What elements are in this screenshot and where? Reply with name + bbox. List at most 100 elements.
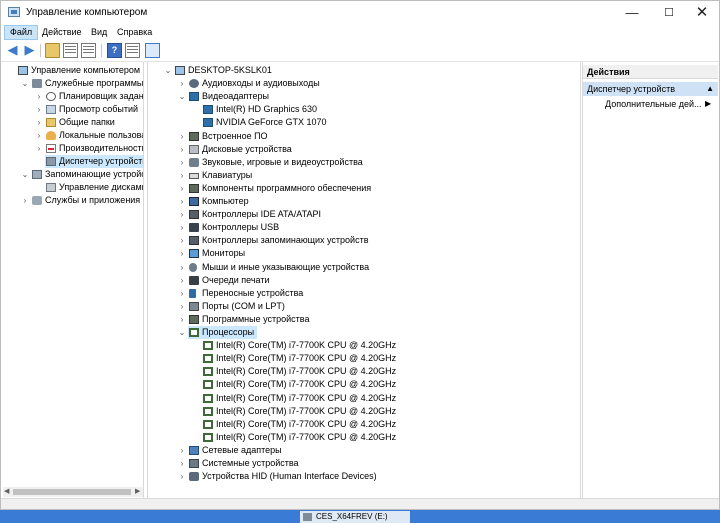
device-tree-item-label: Устройства HID (Human Interface Devices) [202, 471, 377, 482]
expand-chevron-icon[interactable]: › [35, 90, 43, 103]
device-tree-item-label: Звуковые, игровые и видеоустройства [202, 156, 363, 167]
disk-icon [46, 183, 56, 192]
collapse-chevron-icon[interactable]: ⌄ [178, 326, 186, 339]
device-tree-item-label: Intel(R) Core(TM) i7-7700K CPU @ 4.20GHz [216, 353, 397, 364]
menu-action[interactable]: Действие [37, 25, 87, 40]
tools-icon [32, 79, 42, 88]
collapse-chevron-icon[interactable]: ⌄ [178, 90, 186, 103]
expand-chevron-icon[interactable]: › [178, 470, 186, 483]
status-bar [1, 498, 719, 509]
video-adapter-icon [203, 105, 213, 115]
cpu-icon [203, 406, 213, 416]
expand-chevron-icon[interactable]: › [178, 287, 186, 300]
collapse-chevron-icon[interactable]: ⌄ [21, 77, 29, 90]
console-tree: Управление компьютером (л ⌄ Служебные прог… [3, 62, 144, 498]
device-tree-item-label: Встроенное ПО [202, 130, 268, 141]
software-device-icon [189, 314, 199, 324]
device-tree-item[interactable]: ⌄ Процессоры [179, 326, 257, 340]
expand-chevron-icon[interactable]: › [35, 142, 43, 155]
actions-pane: Действия Диспетчер устройств ▲ Дополните… [582, 62, 718, 498]
expand-chevron-icon[interactable]: › [178, 221, 186, 234]
properties-icon[interactable] [81, 43, 96, 58]
minimize-button[interactable]: — [615, 1, 649, 25]
title-bar: Управление компьютером — ☐ ✕ [1, 1, 719, 25]
view-icon[interactable] [125, 43, 140, 58]
device-tree-item-label: Сетевые адаптеры [202, 444, 282, 455]
scan-hardware-icon[interactable] [145, 43, 160, 58]
expand-chevron-icon[interactable]: › [178, 195, 186, 208]
collapse-chevron-icon[interactable]: ⌄ [164, 64, 172, 77]
forward-arrow-icon[interactable]: ▶ [22, 43, 37, 58]
maximize-button[interactable]: ☐ [652, 1, 686, 25]
back-arrow-icon[interactable]: ◀ [5, 43, 20, 58]
scrollbar-thumb[interactable] [13, 489, 131, 495]
close-button[interactable]: ✕ [685, 1, 719, 25]
device-tree-item-label: NVIDIA GeForce GTX 1070 [216, 117, 327, 128]
menu-view[interactable]: Вид [86, 25, 112, 40]
users-icon [46, 131, 56, 140]
device-tree-item-label: Компьютер [202, 196, 249, 206]
console-tree-item[interactable]: Диспетчер устройств [45, 155, 143, 168]
device-tree-item-label: Клавиатуры [202, 169, 253, 180]
console-tree-item-label: Управление дисками [59, 182, 144, 192]
cpu-icon [203, 367, 213, 377]
scroll-left-icon[interactable]: ◀ [4, 487, 9, 497]
audio-icon [189, 79, 199, 89]
expand-chevron-icon[interactable]: › [35, 116, 43, 129]
expand-chevron-icon[interactable]: › [178, 130, 186, 143]
expand-chevron-icon[interactable]: › [178, 444, 186, 457]
expand-chevron-icon[interactable]: › [178, 274, 186, 287]
expand-chevron-icon[interactable]: › [178, 457, 186, 470]
taskbar-item[interactable]: CES_X64FREV (E:) [300, 511, 410, 523]
expand-chevron-icon[interactable]: › [178, 169, 186, 182]
device-tree-item-label: Intel(R) HD Graphics 630 [216, 104, 318, 115]
actions-device-manager[interactable]: Диспетчер устройств ▲ [583, 82, 718, 96]
console-tree-item-label: Службы и приложения [45, 195, 141, 205]
scroll-right-icon[interactable]: ▶ [135, 487, 140, 497]
expand-chevron-icon[interactable]: › [178, 300, 186, 313]
expand-chevron-icon[interactable]: › [178, 247, 186, 260]
menu-file[interactable]: Файл [4, 25, 39, 40]
cpu-icon [203, 341, 213, 351]
event-log-icon [46, 105, 56, 114]
keyboard-icon [189, 172, 199, 179]
expand-chevron-icon[interactable]: › [178, 208, 186, 221]
device-tree-item-label: Intel(R) Core(TM) i7-7700K CPU @ 4.20GHz [216, 392, 397, 403]
actions-header: Действия [583, 65, 718, 79]
storage-icon [32, 170, 42, 179]
menu-help[interactable]: Справка [112, 25, 157, 40]
console-tree-item-label: Просмотр событий [59, 104, 139, 114]
sound-icon [189, 157, 199, 167]
cpu-icon [203, 393, 213, 403]
console-tree-item-label: Локальные пользовате [59, 130, 143, 140]
expand-chevron-icon[interactable]: › [178, 182, 186, 195]
device-tree-item-label: Порты (COM и LPT) [202, 300, 285, 311]
device-tree-item-label: Intel(R) Core(TM) i7-7700K CPU @ 4.20GHz [216, 418, 397, 429]
device-tree-item-label: Intel(R) Core(TM) i7-7700K CPU @ 4.20GHz [216, 379, 397, 390]
expand-chevron-icon[interactable]: › [178, 261, 186, 274]
expand-chevron-icon[interactable]: › [35, 129, 43, 142]
horizontal-scrollbar[interactable]: ◀ ▶ [3, 487, 143, 497]
ide-controller-icon [189, 210, 199, 220]
device-tree: ⌄ DESKTOP-5KSLK01 › Аудиовходы и аудиовыход… [147, 62, 581, 498]
expand-chevron-icon[interactable]: › [178, 234, 186, 247]
up-folder-icon[interactable] [45, 43, 60, 58]
console-tree-item-label: Производительность [59, 143, 144, 153]
more-actions[interactable]: Дополнительные дей... ▶ [605, 99, 711, 109]
device-tree-item-label: Мыши и иные указывающие устройства [202, 261, 370, 272]
expand-chevron-icon[interactable]: › [35, 103, 43, 116]
expand-chevron-icon[interactable]: › [178, 156, 186, 169]
usb-icon [189, 223, 199, 233]
expand-chevron-icon[interactable]: › [178, 143, 186, 156]
computer-icon [18, 66, 28, 75]
show-hide-tree-icon[interactable] [63, 43, 78, 58]
device-tree-item-label: Очереди печати [202, 274, 270, 285]
expand-chevron-icon[interactable]: › [21, 194, 29, 207]
expand-chevron-icon[interactable]: › [178, 77, 186, 90]
help-icon[interactable]: ? [107, 43, 122, 58]
collapse-chevron-icon[interactable]: ⌄ [21, 168, 29, 181]
device-tree-item-label: Intel(R) Core(TM) i7-7700K CPU @ 4.20GHz [216, 366, 397, 377]
expand-chevron-icon[interactable]: › [178, 313, 186, 326]
collapse-up-icon[interactable]: ▲ [706, 82, 714, 96]
portable-device-icon [189, 288, 196, 298]
